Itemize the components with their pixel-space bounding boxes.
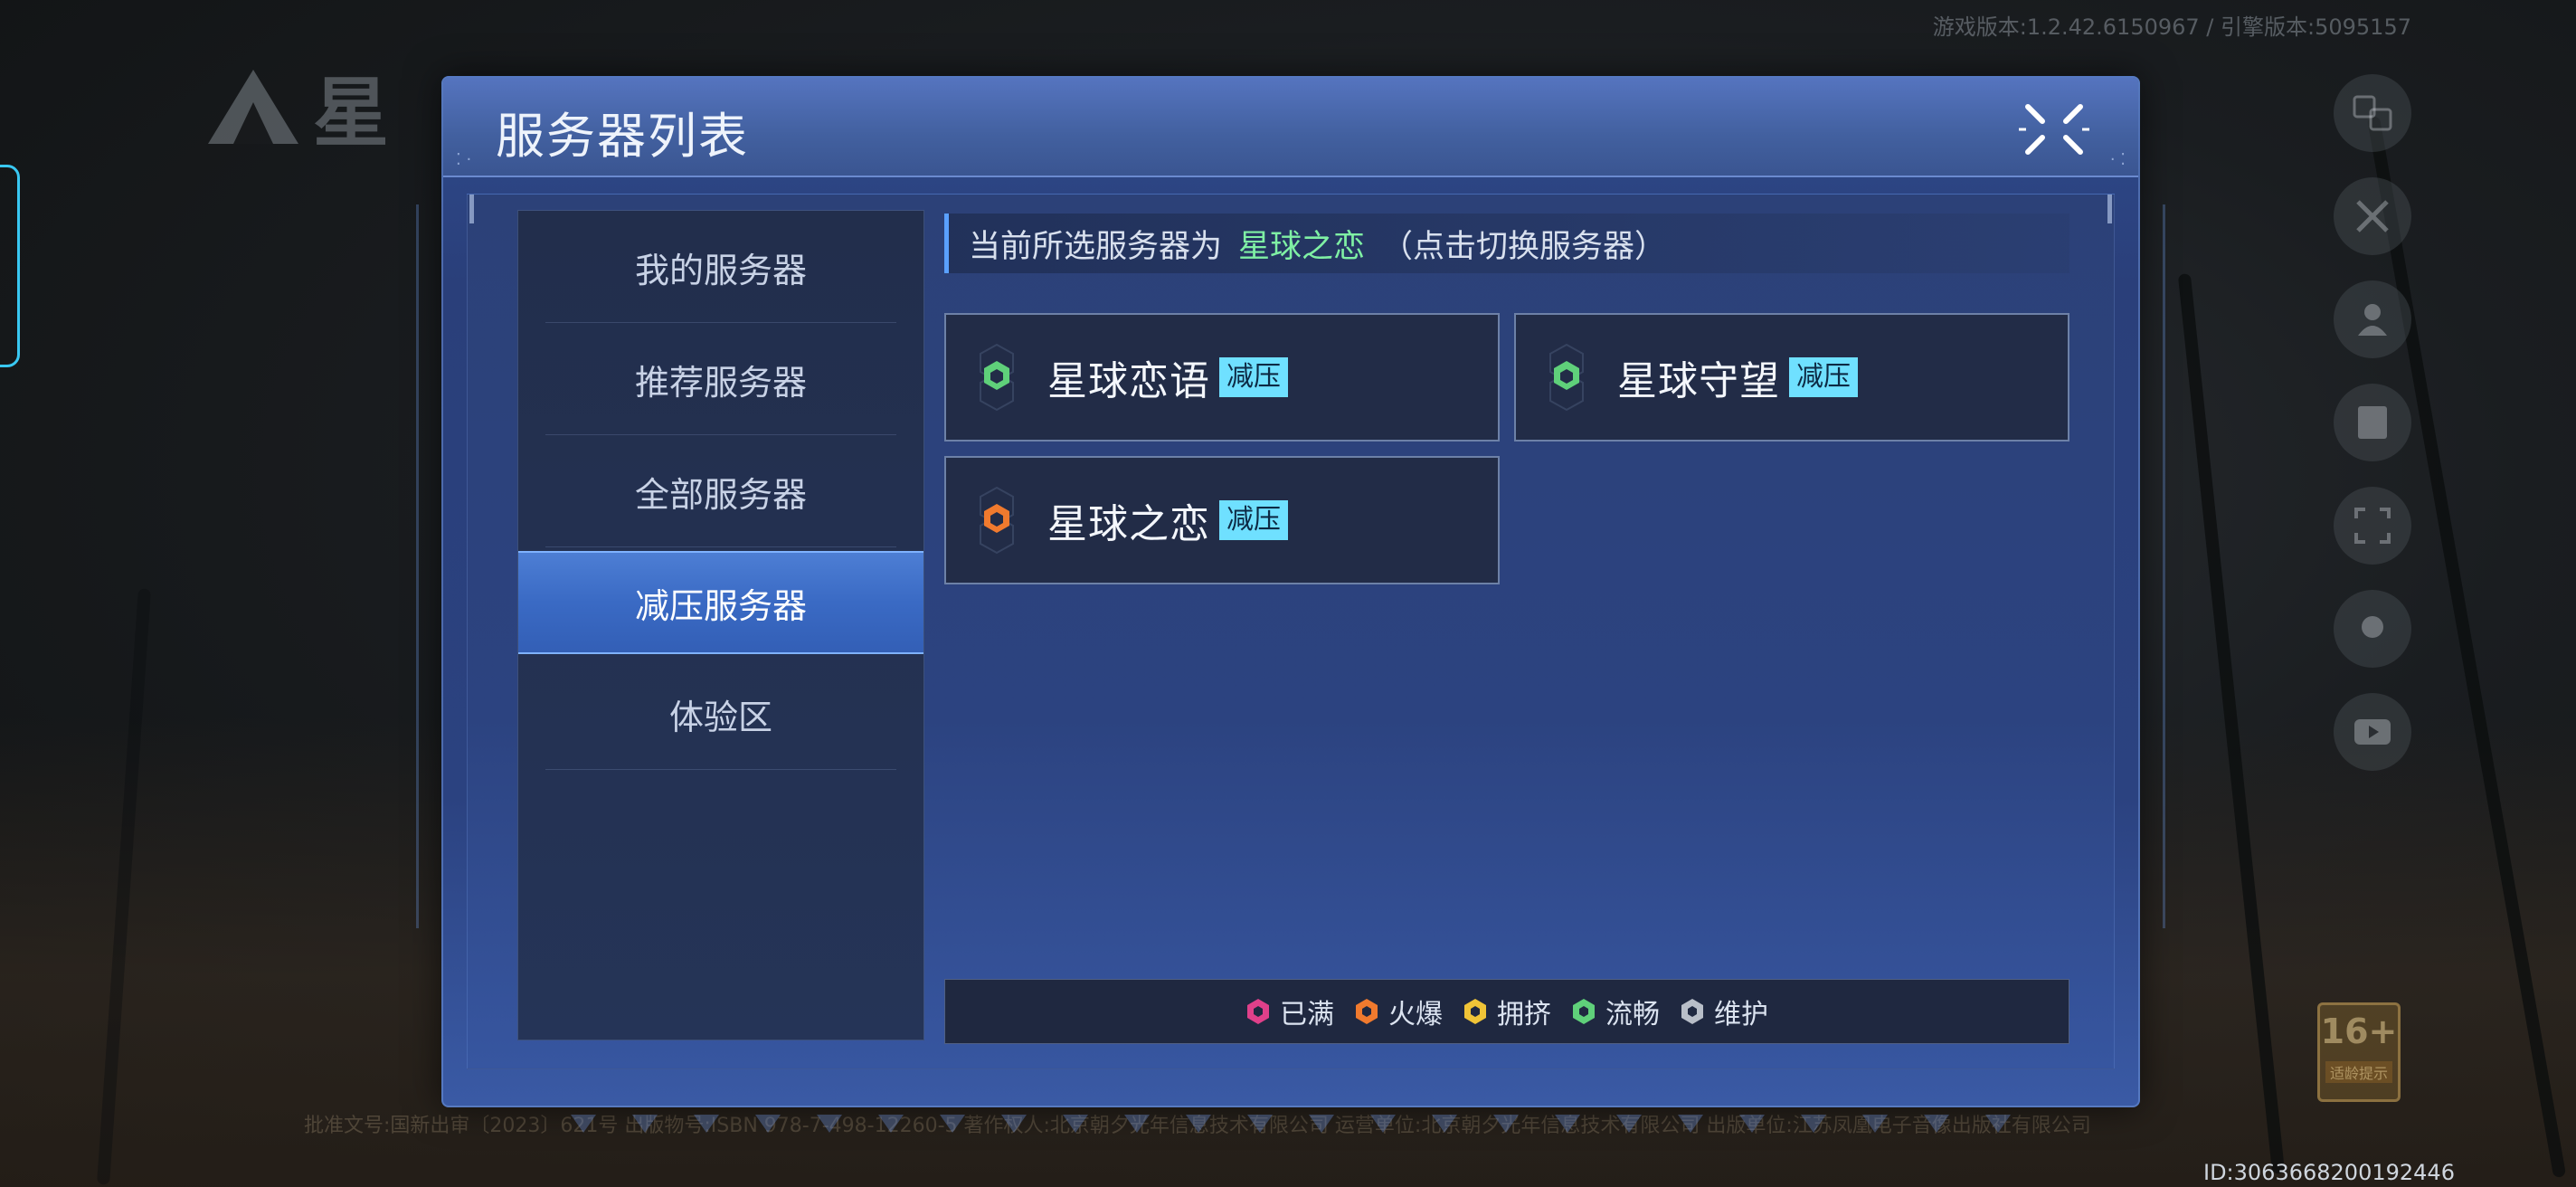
notice-icon[interactable] (2334, 384, 2411, 461)
video-icon[interactable] (2334, 693, 2411, 771)
server-category-sidebar: 我的服务器 推荐服务器 全部服务器 减压服务器 体验区 (517, 210, 924, 1040)
legend-label: 流畅 (1605, 999, 1660, 1030)
sidebar-item-label: 减压服务器 (634, 585, 807, 626)
decor-dots: ⁚ · (456, 150, 472, 169)
legend-label: 拥挤 (1497, 999, 1551, 1030)
sidebar-item-relief-servers[interactable]: 减压服务器 (518, 551, 923, 654)
logo-text: 星 (313, 68, 390, 157)
sidebar-item-recommended[interactable]: 推荐服务器 (518, 323, 923, 435)
sidebar-item-label: 体验区 (668, 697, 772, 737)
user-icon[interactable] (2334, 280, 2411, 358)
legend-item-hot: 火爆 (1354, 992, 1443, 1031)
dialog-header: 服务器列表 ⁚ · · ⁚ (443, 78, 2138, 177)
age-number: 16+ (2320, 1011, 2398, 1051)
legend-label: 已满 (1280, 999, 1334, 1030)
side-button-column (2334, 74, 2411, 796)
close-icon[interactable] (2019, 100, 2089, 159)
sidebar-item-my-servers[interactable]: 我的服务器 (518, 211, 923, 323)
dialog-title: 服务器列表 (496, 108, 749, 165)
legend-item-crowded: 拥挤 (1463, 992, 1551, 1031)
current-server-name[interactable]: 星球之恋 (1238, 221, 1365, 267)
scan-icon[interactable] (2334, 487, 2411, 565)
left-edge-tab[interactable] (0, 165, 20, 367)
sidebar-item-label: 全部服务器 (634, 474, 807, 515)
status-hex-icon (946, 315, 1047, 440)
tools-icon[interactable] (2334, 177, 2411, 255)
server-tag: 减压 (1219, 357, 1288, 397)
status-hex-icon (946, 458, 1047, 583)
legend-item-smooth: 流畅 (1571, 992, 1660, 1031)
game-logo: 星 (201, 62, 389, 157)
server-tag: 减压 (1219, 500, 1288, 540)
server-name: 星球守望 (1617, 358, 1780, 404)
sidebar-item-all-servers[interactable]: 全部服务器 (518, 435, 923, 547)
legend-label: 火爆 (1388, 999, 1443, 1030)
server-card[interactable]: 星球守望 减压 (1514, 313, 2069, 442)
current-server-hint: （点击切换服务器） (1381, 228, 1667, 265)
server-card[interactable]: 星球恋语 减压 (944, 313, 1500, 442)
decor-edge (2107, 195, 2112, 223)
server-list-dialog: 服务器列表 ⁚ · · ⁚ 我的服务器 推荐服务器 全部服务器 减压服务器 体验… (416, 76, 2165, 1133)
support-icon[interactable] (2334, 590, 2411, 668)
sidebar-item-label: 我的服务器 (634, 250, 807, 290)
decor-bottom-ticks (470, 1115, 2111, 1136)
server-name: 星球之恋 (1047, 501, 1210, 547)
player-id: ID:3063668200192446 (2203, 1160, 2455, 1185)
translate-icon[interactable] (2334, 74, 2411, 152)
age-rating-badge: 16+ 适龄提示 (2317, 1002, 2401, 1102)
status-hex-icon (1516, 315, 1617, 440)
age-caption: 适龄提示 (2325, 1061, 2392, 1083)
decor-dots: · ⁚ (2109, 150, 2126, 169)
server-status-legend: 已满 火爆 拥挤 流畅 维护 (944, 979, 2069, 1044)
current-server-bar[interactable]: 当前所选服务器为 星球之恋 （点击切换服务器） (944, 214, 2069, 273)
current-server-prefix: 当前所选服务器为 (969, 228, 1223, 265)
server-card[interactable]: 星球之恋 减压 (944, 456, 1500, 584)
decor-edge (469, 195, 474, 223)
sidebar-item-label: 推荐服务器 (634, 362, 807, 403)
legend-item-maintenance: 维护 (1680, 992, 1768, 1031)
server-name: 星球恋语 (1047, 358, 1210, 404)
legend-label: 维护 (1714, 999, 1768, 1030)
version-text: 游戏版本:1.2.42.6150967 / 引擎版本:5095157 (1932, 14, 2411, 40)
logo-mark (201, 66, 300, 147)
server-tag: 减压 (1789, 357, 1858, 397)
sidebar-item-trial-zone[interactable]: 体验区 (518, 658, 923, 770)
legend-item-full: 已满 (1245, 992, 1334, 1031)
